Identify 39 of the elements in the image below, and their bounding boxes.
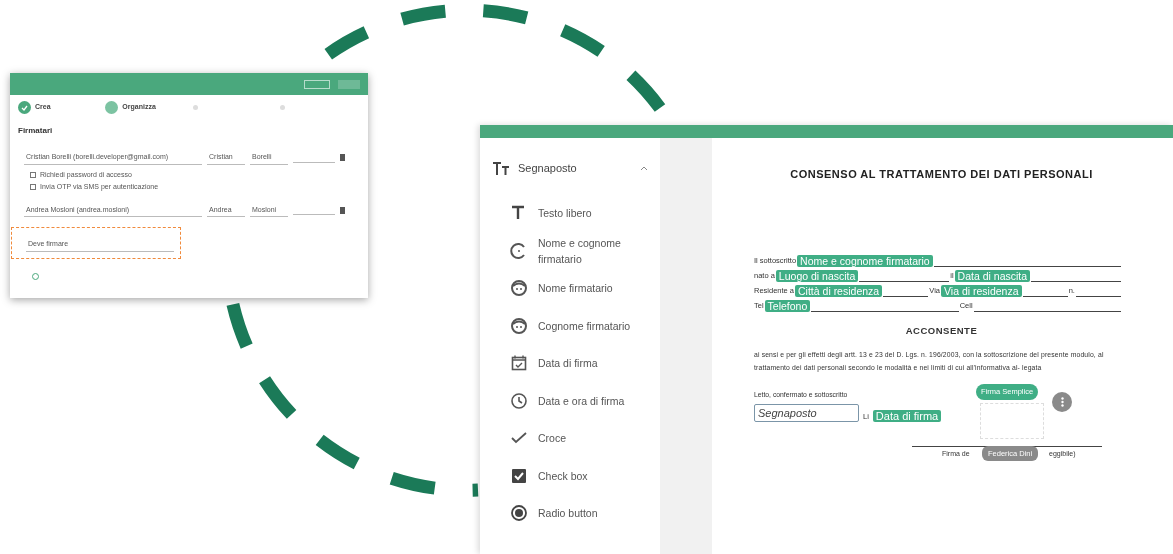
chevron-icon[interactable] bbox=[640, 165, 648, 171]
fill-in-line bbox=[1075, 295, 1121, 297]
radio-icon bbox=[510, 504, 528, 523]
header-button[interactable] bbox=[304, 79, 330, 89]
calendar-icon bbox=[510, 354, 528, 373]
sidebar-item[interactable]: Croce bbox=[538, 430, 566, 447]
checkbox[interactable] bbox=[30, 184, 36, 191]
text-size-icon bbox=[492, 161, 510, 175]
sidebar-title: Segnaposto bbox=[518, 161, 578, 176]
clock-icon bbox=[510, 391, 528, 410]
header-button[interactable] bbox=[338, 79, 360, 89]
sidebar-item[interactable]: Nome e cognome firmatario bbox=[538, 234, 648, 267]
step-indicator[interactable] bbox=[18, 100, 31, 114]
section-heading: ACCONSENTE bbox=[904, 323, 979, 338]
step-indicator[interactable] bbox=[105, 100, 119, 114]
step-indicator[interactable] bbox=[192, 104, 198, 110]
more-icon bbox=[1060, 396, 1064, 407]
trash-icon[interactable] bbox=[340, 205, 345, 216]
section-title: Firmatari bbox=[17, 125, 54, 137]
sidebar-item[interactable]: Data di firma bbox=[538, 355, 598, 372]
checkbox-icon bbox=[510, 466, 528, 485]
more-button[interactable] bbox=[1052, 391, 1072, 412]
fill-in-line bbox=[1022, 295, 1068, 297]
fill-in-line bbox=[883, 295, 929, 297]
sidebar-item[interactable]: Data e ora di firma bbox=[538, 392, 625, 409]
sidebar-item[interactable]: Nome firmatario bbox=[538, 280, 613, 297]
trash-icon[interactable] bbox=[340, 152, 345, 163]
step-indicator[interactable] bbox=[280, 104, 285, 110]
sidebar-item[interactable]: Cognome firmatario bbox=[538, 317, 631, 334]
add-icon[interactable] bbox=[32, 272, 39, 280]
document-title: CONSENSO AL TRATTAMENTO DEI DATI PERSONALI bbox=[789, 167, 1094, 182]
sidebar-item[interactable]: Testo libero bbox=[538, 205, 592, 222]
sidebar-item[interactable]: Radio button bbox=[538, 505, 598, 522]
signature-box[interactable] bbox=[980, 402, 1044, 439]
face-icon bbox=[510, 316, 528, 335]
checkbox[interactable] bbox=[30, 171, 36, 178]
placeholder-field[interactable]: Segnaposto bbox=[754, 403, 859, 423]
sidebar-item[interactable]: Check box bbox=[538, 467, 588, 484]
face-icon bbox=[510, 279, 528, 298]
